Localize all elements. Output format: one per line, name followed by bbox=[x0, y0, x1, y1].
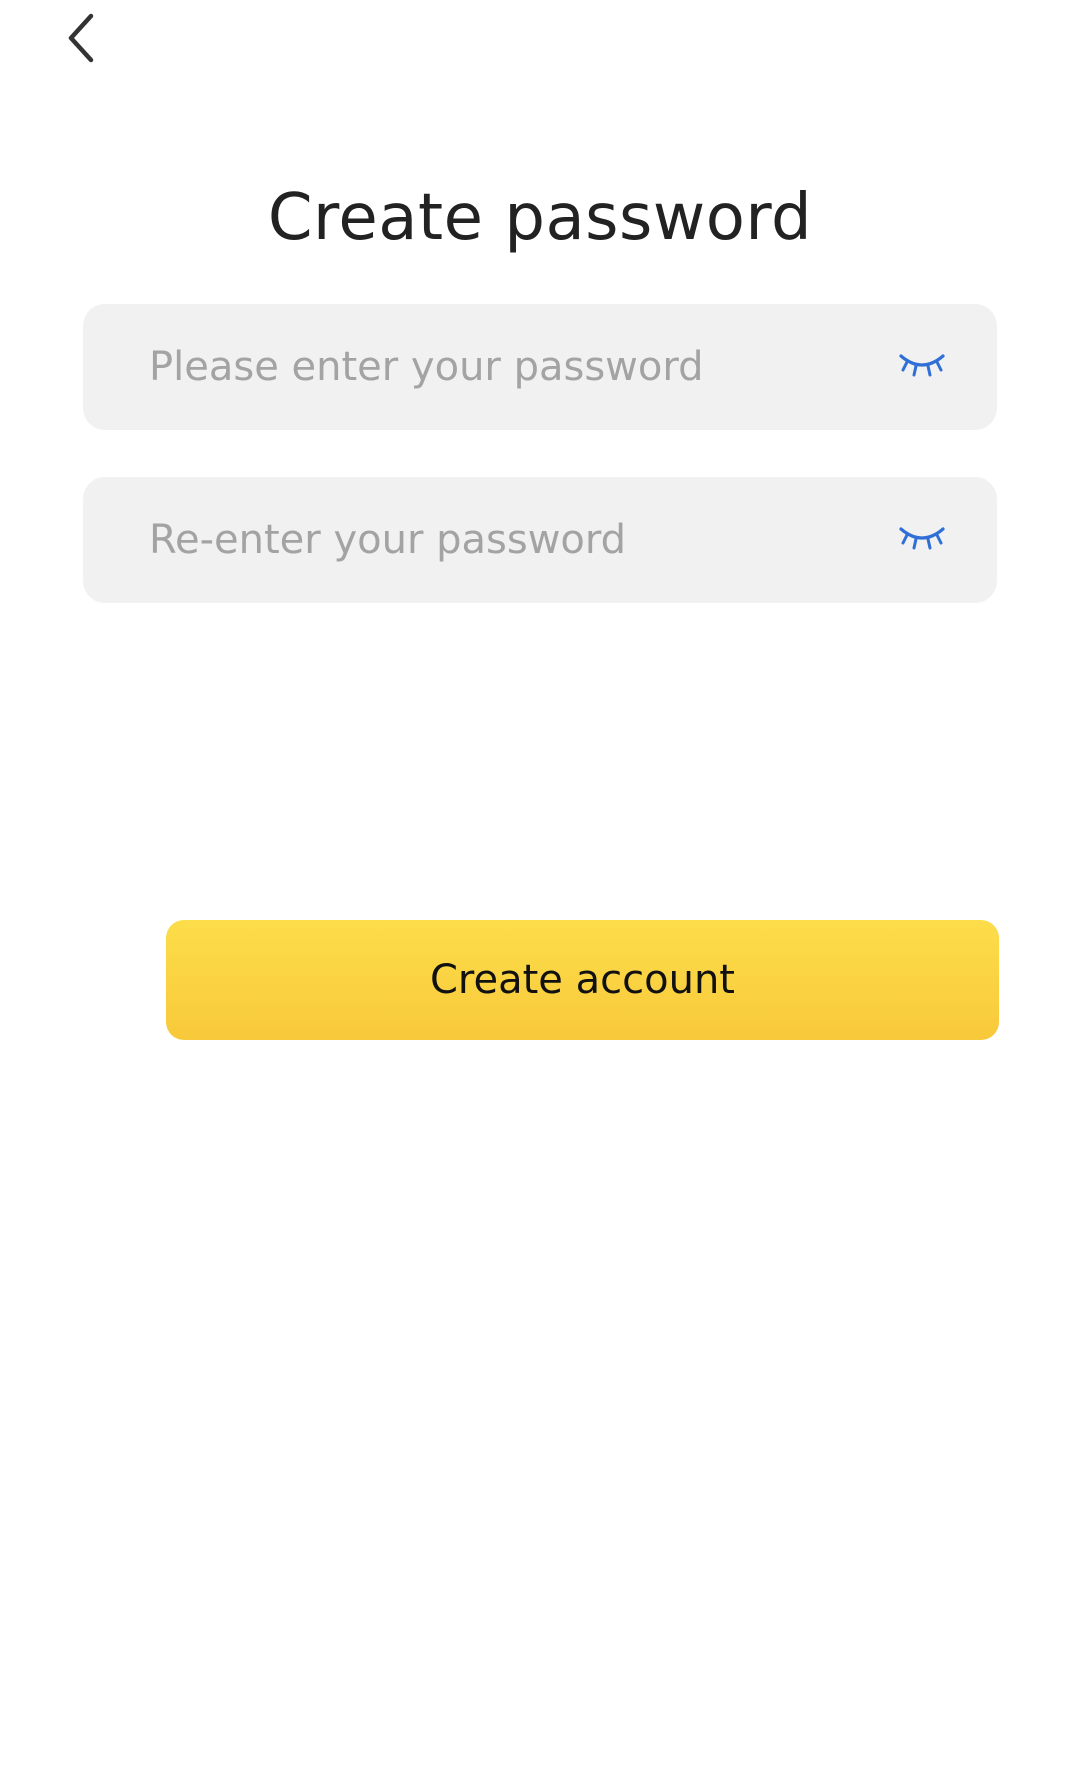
password-input[interactable] bbox=[83, 304, 887, 430]
password-field-container bbox=[83, 304, 997, 430]
back-button[interactable] bbox=[52, 6, 112, 70]
chevron-left-icon bbox=[65, 12, 99, 64]
create-account-button[interactable]: Create account bbox=[166, 920, 999, 1040]
confirm-password-input[interactable] bbox=[83, 477, 887, 603]
confirm-password-visibility-toggle[interactable] bbox=[887, 510, 957, 570]
create-account-label: Create account bbox=[430, 957, 735, 1003]
confirm-password-field-container bbox=[83, 477, 997, 603]
eye-closed-icon bbox=[898, 523, 946, 557]
page-title: Create password bbox=[267, 181, 813, 255]
eye-closed-icon bbox=[898, 350, 946, 384]
password-visibility-toggle[interactable] bbox=[887, 337, 957, 397]
